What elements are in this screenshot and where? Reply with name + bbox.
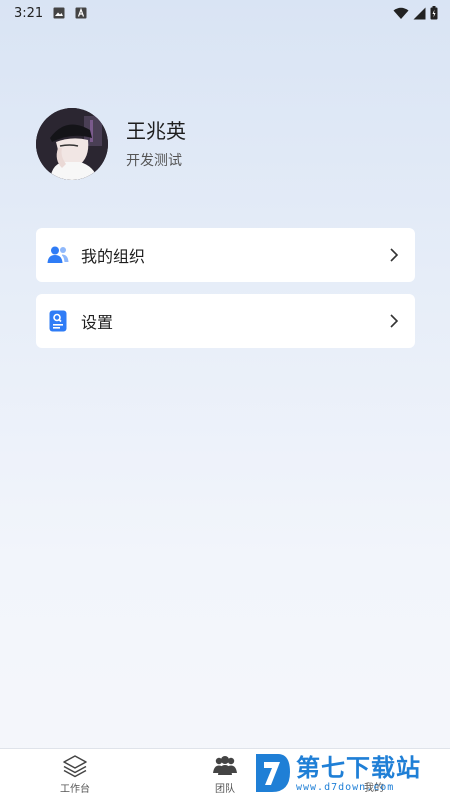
avatar-image — [36, 108, 108, 180]
watermark-url: www.d7down.com — [296, 781, 395, 793]
user-role: 开发测试 — [126, 153, 182, 169]
chevron-right-icon — [390, 314, 399, 328]
group-icon — [47, 244, 69, 266]
menu-item-label: 我的组织 — [81, 247, 146, 266]
layers-icon — [63, 755, 87, 778]
status-bar: 3:21 — [0, 0, 450, 26]
avatar[interactable] — [36, 108, 108, 180]
menu-item-settings[interactable]: 设置 — [36, 294, 415, 348]
user-name: 王兆英 — [126, 119, 186, 143]
tab-label: 团队 — [215, 784, 235, 795]
team-icon — [213, 756, 237, 775]
a-notification-icon — [75, 7, 87, 19]
chevron-right-icon — [390, 248, 399, 262]
tab-workbench[interactable]: 工作台 — [0, 749, 150, 800]
status-time: 3:21 — [14, 5, 44, 21]
signal-icon — [413, 7, 426, 19]
profile-header[interactable]: 王兆英 开发测试 — [36, 108, 186, 180]
menu-item-label: 设置 — [81, 313, 114, 332]
image-notification-icon — [53, 7, 65, 19]
settings-doc-icon — [47, 310, 69, 332]
watermark: 第七下载站 www.d7down.com — [252, 750, 444, 796]
battery-icon — [430, 6, 438, 20]
watermark-logo — [256, 754, 290, 792]
menu-item-my-organization[interactable]: 我的组织 — [36, 228, 415, 282]
watermark-text: 第七下载站 — [296, 753, 421, 782]
wifi-icon — [393, 7, 409, 19]
tab-label: 工作台 — [60, 784, 90, 795]
